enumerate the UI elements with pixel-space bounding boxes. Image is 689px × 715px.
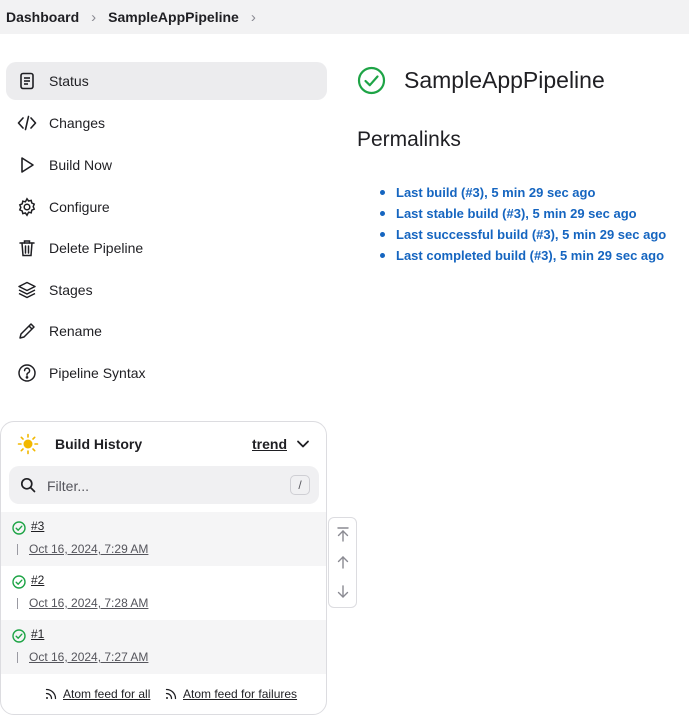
arrow-up-icon[interactable] [335,554,351,570]
breadcrumb-job[interactable]: SampleAppPipeline [108,9,239,25]
sidebar-item-label: Configure [49,199,110,215]
atom-feed-failures-link[interactable]: Atom feed for failures [165,687,297,701]
chevron-down-icon[interactable] [295,436,311,452]
success-icon [12,521,26,535]
rss-icon [45,688,57,700]
permalink-last-completed-build[interactable]: Last completed build (#3), 5 min 29 sec … [380,245,666,266]
timeline-divider [17,598,18,609]
sidebar-item-label: Status [49,73,89,89]
build-date-link[interactable]: Oct 16, 2024, 7:27 AM [29,650,148,664]
chevron-right-icon: › [91,8,97,26]
timeline-divider [17,652,18,663]
history-scroll-controls [328,517,357,608]
breadcrumb: Dashboard › SampleAppPipeline › [0,0,689,34]
build-number-link[interactable]: #3 [31,519,44,533]
help-icon [17,363,37,383]
build-row: #2 Oct 16, 2024, 7:28 AM [1,566,326,620]
sidebar-item-label: Stages [49,282,93,298]
sidebar-item-changes[interactable]: Changes [6,104,327,142]
permalink-last-build[interactable]: Last build (#3), 5 min 29 sec ago [380,182,666,203]
sidebar-item-configure[interactable]: Configure [6,188,327,226]
build-date-link[interactable]: Oct 16, 2024, 7:28 AM [29,596,148,610]
permalinks-list: Last build (#3), 5 min 29 sec ago Last s… [380,182,666,266]
timeline-divider [17,544,18,555]
sidebar-item-build-now[interactable]: Build Now [6,146,327,184]
permalinks-heading: Permalinks [357,128,461,151]
sidebar-item-label: Build Now [49,157,113,173]
success-icon [12,575,26,589]
pencil-icon [17,321,37,341]
trend-link[interactable]: trend [252,436,287,452]
sidebar-item-delete-pipeline[interactable]: Delete Pipeline [6,229,327,267]
build-history-title: Build History [55,436,143,452]
filter-box: / [9,466,319,504]
sidebar-item-label: Pipeline Syntax [49,365,146,381]
build-row: #3 Oct 16, 2024, 7:29 AM [1,512,326,566]
atom-feed-failures-label: Atom feed for failures [183,687,298,701]
atom-feed-all-label: Atom feed for all [63,687,151,701]
sidebar-item-label: Rename [49,323,102,339]
build-date-link[interactable]: Oct 16, 2024, 7:29 AM [29,542,148,556]
sidebar-item-rename[interactable]: Rename [6,312,327,350]
build-number-link[interactable]: #1 [31,627,44,641]
rss-icon [165,688,177,700]
sidebar-item-pipeline-syntax[interactable]: Pipeline Syntax [6,354,327,392]
success-icon [357,66,386,95]
sun-icon [17,433,39,455]
sidebar-item-label: Changes [49,115,106,131]
code-icon [17,113,37,133]
build-row: #1 Oct 16, 2024, 7:27 AM [1,620,326,674]
build-history-header: Build History trend [1,422,326,466]
shortcut-key: / [290,475,310,495]
sidebar-item-stages[interactable]: Stages [6,271,327,309]
sidebar-item-label: Delete Pipeline [49,240,144,256]
gear-icon [17,197,37,217]
layers-icon [17,280,37,300]
document-icon [17,71,37,91]
filter-input[interactable] [45,474,279,498]
success-icon [12,629,26,643]
permalink-last-successful-build[interactable]: Last successful build (#3), 5 min 29 sec… [380,224,666,245]
arrow-down-icon[interactable] [335,584,351,600]
breadcrumb-dashboard[interactable]: Dashboard [6,9,79,25]
feed-links: Atom feed for all Atom feed for failures [1,684,326,704]
build-history-panel: Build History trend / #3 Oct 16, 2024, 7… [0,421,327,715]
chevron-right-icon[interactable]: › [251,9,256,26]
page-title: SampleAppPipeline [404,67,605,93]
trash-icon [17,238,37,258]
build-number-link[interactable]: #2 [31,573,44,587]
permalink-last-stable-build[interactable]: Last stable build (#3), 5 min 29 sec ago [380,203,666,224]
scroll-top-icon[interactable] [335,526,351,542]
search-icon [20,477,36,493]
atom-feed-all-link[interactable]: Atom feed for all [45,687,150,701]
play-icon [17,155,37,175]
sidebar-item-status[interactable]: Status [6,62,327,100]
